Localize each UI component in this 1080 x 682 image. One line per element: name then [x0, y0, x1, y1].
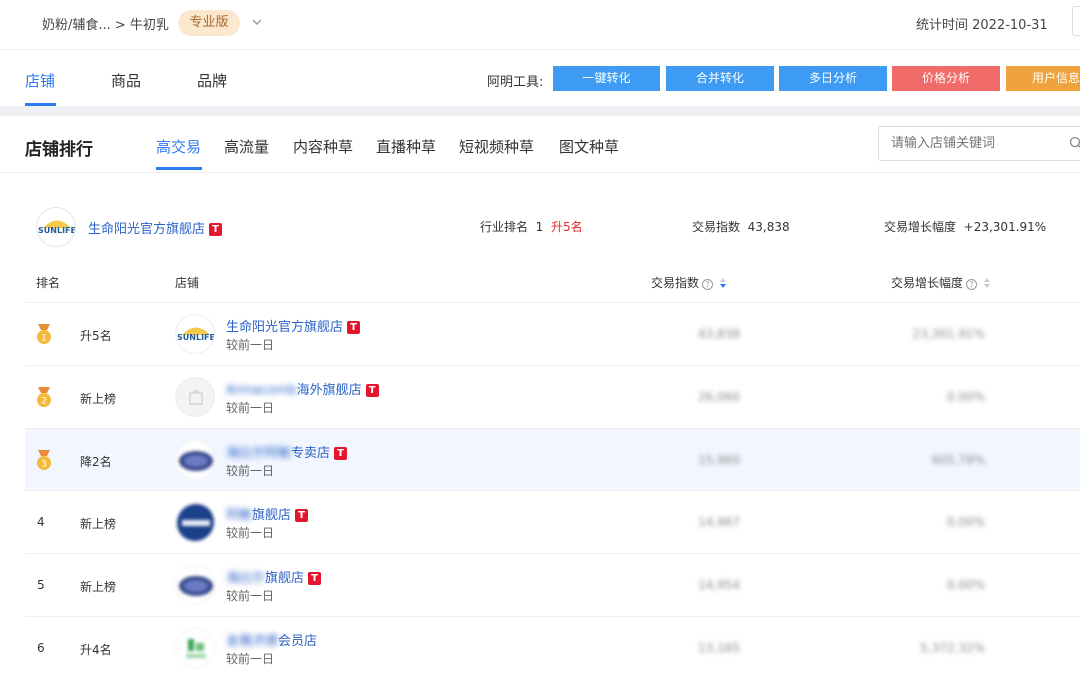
trade-index-value: 13,165	[698, 641, 740, 655]
section-divider	[0, 106, 1080, 116]
shop-name-link[interactable]: 金雅济德会员店	[226, 630, 317, 649]
tab-product[interactable]: 商品	[111, 70, 141, 91]
svg-text:SUNLIFE: SUNLIFE	[38, 226, 76, 235]
table-row[interactable]: 1 升5名 SUNLIFE 生命阳光官方旗舰店 T 较前一日 43,838 23,…	[25, 302, 1080, 365]
rank-change: 新上榜	[80, 580, 117, 594]
shop-logo	[175, 377, 215, 417]
table-row[interactable]: 6 升4名 金雅济德会员店 较前一日 13,165 5,372.32%	[25, 616, 1080, 679]
rank-number: 4	[37, 515, 45, 529]
table-row[interactable]: 5 新上榜 海比尔旗舰店 T 较前一日 14,954 0.00%	[25, 553, 1080, 616]
growth-value: 0.00%	[946, 390, 985, 404]
table-row[interactable]: 4 新上榜 阿敏旗舰店 T 较前一日 14,967 0.00%	[25, 490, 1080, 553]
svg-text:1: 1	[41, 334, 47, 344]
rank-change: 新上榜	[80, 517, 117, 531]
shop-name-link[interactable]: 海比尔阿敏专卖店 T	[226, 442, 348, 461]
shop-logo: SUNLIFE	[36, 207, 76, 247]
shop-logo	[175, 440, 215, 480]
sort-icon[interactable]	[719, 277, 727, 289]
rank-change: 升5名	[80, 329, 112, 343]
active-subtab-indicator	[156, 167, 202, 170]
compare-label: 较前一日	[226, 338, 275, 352]
tmall-icon: T	[295, 509, 309, 522]
tmall-icon: T	[365, 384, 379, 397]
help-icon[interactable]: ?	[966, 279, 978, 290]
svg-text:3: 3	[41, 460, 47, 470]
compare-label: 较前一日	[226, 589, 275, 603]
compare-label: 较前一日	[226, 652, 275, 666]
shop-logo: SUNLIFE	[175, 314, 215, 354]
rank-number: 6	[37, 641, 45, 655]
col-trade-index[interactable]: 交易指数?	[651, 274, 727, 291]
bronze-medal-icon: 3	[37, 450, 51, 470]
shop-logo	[175, 565, 215, 605]
tab-shop[interactable]: 店铺	[25, 70, 55, 91]
shop-logo	[175, 502, 215, 542]
rank-change: 新上榜	[80, 392, 117, 406]
tmall-icon: T	[209, 223, 223, 236]
trade-index-summary: 交易指数 43,838	[692, 220, 790, 234]
trade-index-value: 14,954	[698, 578, 740, 592]
industry-rank: 行业排名 1 升5名	[480, 220, 583, 234]
search-icon[interactable]	[1069, 136, 1080, 150]
tmall-icon: T	[308, 572, 322, 585]
tmall-icon: T	[347, 321, 361, 334]
col-growth[interactable]: 交易增长幅度?	[891, 274, 991, 291]
subtab-image-text-seeding[interactable]: 图文种草	[559, 136, 619, 157]
one-click-convert-button[interactable]: 一键转化	[553, 66, 660, 91]
compare-label: 较前一日	[226, 401, 275, 415]
summary-shop-name[interactable]: 生命阳光官方旗舰店 T	[88, 218, 223, 237]
trade-index-value: 26,060	[698, 390, 740, 404]
col-shop: 店铺	[175, 276, 200, 290]
user-info-button[interactable]: 用户信息	[1006, 66, 1080, 91]
stat-time: 统计时间 2022-10-31	[916, 18, 1048, 33]
svg-text:2: 2	[41, 397, 47, 407]
table-row[interactable]: 3 降2名 海比尔阿敏专卖店 T 较前一日 15,960 605.78%	[25, 428, 1080, 491]
growth-value: 5,372.32%	[920, 641, 985, 655]
growth-value: 605.78%	[931, 453, 985, 467]
help-icon[interactable]: ?	[702, 279, 714, 290]
top-bar: 奶粉/辅食... > 牛初乳 专业版 统计时间 2022-10-31	[0, 0, 1080, 50]
growth-summary: 交易增长幅度 +23,301.91%	[884, 220, 1047, 234]
trade-index-value: 15,960	[698, 453, 740, 467]
col-rank: 排名	[36, 276, 61, 290]
price-analysis-button[interactable]: 价格分析	[892, 66, 1000, 91]
tools-label: 阿明工具:	[487, 75, 544, 90]
shop-name-link[interactable]: 阿敏旗舰店 T	[226, 504, 309, 523]
subtab-high-trade[interactable]: 高交易	[156, 136, 201, 157]
rank-change: 升4名	[80, 643, 112, 657]
tab-brand[interactable]: 品牌	[197, 70, 227, 91]
multi-day-analysis-button[interactable]: 多日分析	[779, 66, 887, 91]
growth-value: 0.00%	[946, 578, 985, 592]
rank-change: 降2名	[80, 455, 112, 469]
shop-name-link[interactable]: 海比尔旗舰店 T	[226, 567, 322, 586]
rank-number: 5	[37, 578, 45, 592]
shop-search-input[interactable]	[878, 126, 1080, 161]
edition-badge[interactable]: 专业版	[178, 10, 240, 36]
date-picker-button[interactable]	[1072, 6, 1080, 36]
subtab-high-traffic[interactable]: 高流量	[224, 136, 269, 157]
subtab-short-video-seeding[interactable]: 短视频种草	[459, 136, 534, 157]
growth-value: 23,301.91%	[912, 327, 985, 341]
subtab-content-seeding[interactable]: 内容种草	[293, 136, 353, 157]
shop-name-link[interactable]: Armacomb海外旗舰店 T	[226, 379, 379, 398]
sort-icon[interactable]	[983, 277, 991, 289]
divider	[0, 172, 1080, 173]
growth-value: 0.00%	[946, 515, 985, 529]
breadcrumb[interactable]: 奶粉/辅食... > 牛初乳	[42, 14, 169, 33]
tmall-icon: T	[334, 447, 348, 460]
shop-name-link[interactable]: 生命阳光官方旗舰店 T	[226, 316, 361, 335]
trade-index-value: 14,967	[698, 515, 740, 529]
compare-label: 较前一日	[226, 464, 275, 478]
merge-convert-button[interactable]: 合并转化	[666, 66, 774, 91]
subtab-live-seeding[interactable]: 直播种草	[376, 136, 436, 157]
trade-index-value: 43,838	[698, 327, 740, 341]
ranking-title: 店铺排行	[25, 140, 93, 160]
silver-medal-icon: 2	[37, 387, 51, 407]
gold-medal-icon: 1	[37, 324, 51, 344]
table-row[interactable]: 2 新上榜 Armacomb海外旗舰店 T 较前一日 26,060 0.00%	[25, 365, 1080, 428]
chevron-down-icon[interactable]	[250, 15, 264, 29]
compare-label: 较前一日	[226, 526, 275, 540]
svg-text:SUNLIFE: SUNLIFE	[177, 333, 215, 342]
shop-logo	[175, 628, 215, 668]
